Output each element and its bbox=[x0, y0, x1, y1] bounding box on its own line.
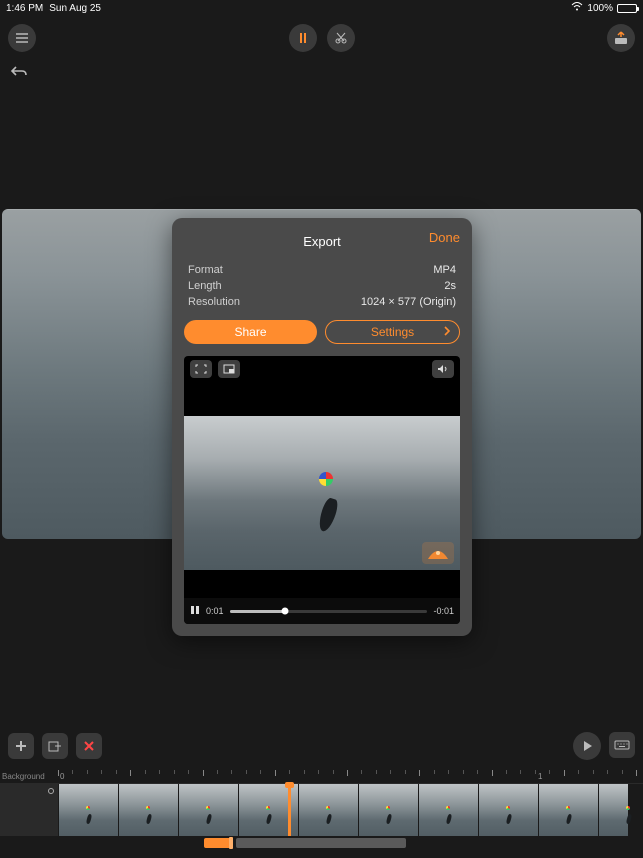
beach-ball bbox=[319, 472, 333, 486]
timeline[interactable]: Background 0 1 bbox=[0, 770, 643, 858]
volume-icon[interactable] bbox=[432, 360, 454, 378]
video-frame bbox=[184, 416, 460, 570]
resolution-value: 1024 × 577 (Origin) bbox=[361, 296, 456, 308]
thumb[interactable] bbox=[478, 784, 538, 836]
length-value: 2s bbox=[444, 280, 456, 292]
ruler-label-0: 0 bbox=[60, 772, 64, 781]
track-head bbox=[0, 784, 58, 836]
video-preview: 0:01 -0:01 bbox=[184, 356, 460, 624]
thumb[interactable] bbox=[298, 784, 358, 836]
add-button[interactable] bbox=[8, 733, 34, 759]
export-modal: Export Done Format MP4 Length 2s Resolut… bbox=[172, 218, 472, 636]
overlay-track[interactable] bbox=[0, 838, 643, 848]
thumb[interactable] bbox=[418, 784, 478, 836]
resolution-label: Resolution bbox=[188, 296, 240, 308]
share-label: Share bbox=[234, 325, 266, 339]
battery-pct: 100% bbox=[587, 3, 613, 14]
share-button[interactable]: Share bbox=[184, 320, 317, 344]
cut-tool-button[interactable] bbox=[327, 24, 355, 52]
keyboard-button[interactable] bbox=[609, 732, 635, 758]
fullscreen-icon[interactable] bbox=[190, 360, 212, 378]
thumb[interactable] bbox=[118, 784, 178, 836]
done-button[interactable]: Done bbox=[429, 230, 460, 245]
elapsed-time: 0:01 bbox=[206, 606, 224, 616]
battery-icon bbox=[617, 4, 637, 13]
status-bar: 1:46 PM Sun Aug 25 100% bbox=[0, 0, 643, 16]
thumb[interactable] bbox=[358, 784, 418, 836]
ruler-label-1: 1 bbox=[538, 772, 542, 781]
thumb[interactable] bbox=[538, 784, 598, 836]
remaining-time: -0:01 bbox=[433, 606, 454, 616]
add-clip-button[interactable] bbox=[42, 733, 68, 759]
playhead[interactable] bbox=[288, 784, 291, 836]
status-time: 1:46 PM bbox=[6, 3, 43, 14]
thumbnail-strip[interactable] bbox=[0, 784, 643, 836]
background-track-label: Background bbox=[2, 772, 45, 781]
thumb[interactable] bbox=[58, 784, 118, 836]
dolphin bbox=[316, 497, 340, 534]
chevron-right-icon bbox=[443, 325, 451, 339]
thumb[interactable] bbox=[598, 784, 628, 836]
top-toolbar bbox=[0, 16, 643, 60]
length-label: Length bbox=[188, 280, 222, 292]
timeline-ruler: Background 0 1 bbox=[0, 770, 643, 784]
thumb[interactable] bbox=[178, 784, 238, 836]
overlay-segment-gray[interactable] bbox=[236, 838, 406, 848]
settings-button[interactable]: Settings bbox=[325, 320, 460, 344]
menu-button[interactable] bbox=[8, 24, 36, 52]
settings-label: Settings bbox=[371, 325, 414, 339]
format-label: Format bbox=[188, 264, 223, 276]
pause-button[interactable] bbox=[190, 605, 200, 617]
delete-button[interactable] bbox=[76, 733, 102, 759]
scrubber[interactable] bbox=[230, 610, 428, 613]
draw-tool-button[interactable] bbox=[289, 24, 317, 52]
export-title: Export bbox=[303, 234, 341, 249]
overlay-segment[interactable] bbox=[204, 838, 232, 848]
bottom-toolbar bbox=[0, 732, 643, 760]
status-date: Sun Aug 25 bbox=[49, 3, 101, 14]
play-button[interactable] bbox=[573, 732, 601, 760]
pip-icon[interactable] bbox=[218, 360, 240, 378]
watermark-icon bbox=[422, 542, 454, 564]
wifi-icon bbox=[571, 2, 583, 14]
undo-button[interactable] bbox=[10, 64, 28, 85]
export-button[interactable] bbox=[607, 24, 635, 52]
format-value: MP4 bbox=[433, 264, 456, 276]
